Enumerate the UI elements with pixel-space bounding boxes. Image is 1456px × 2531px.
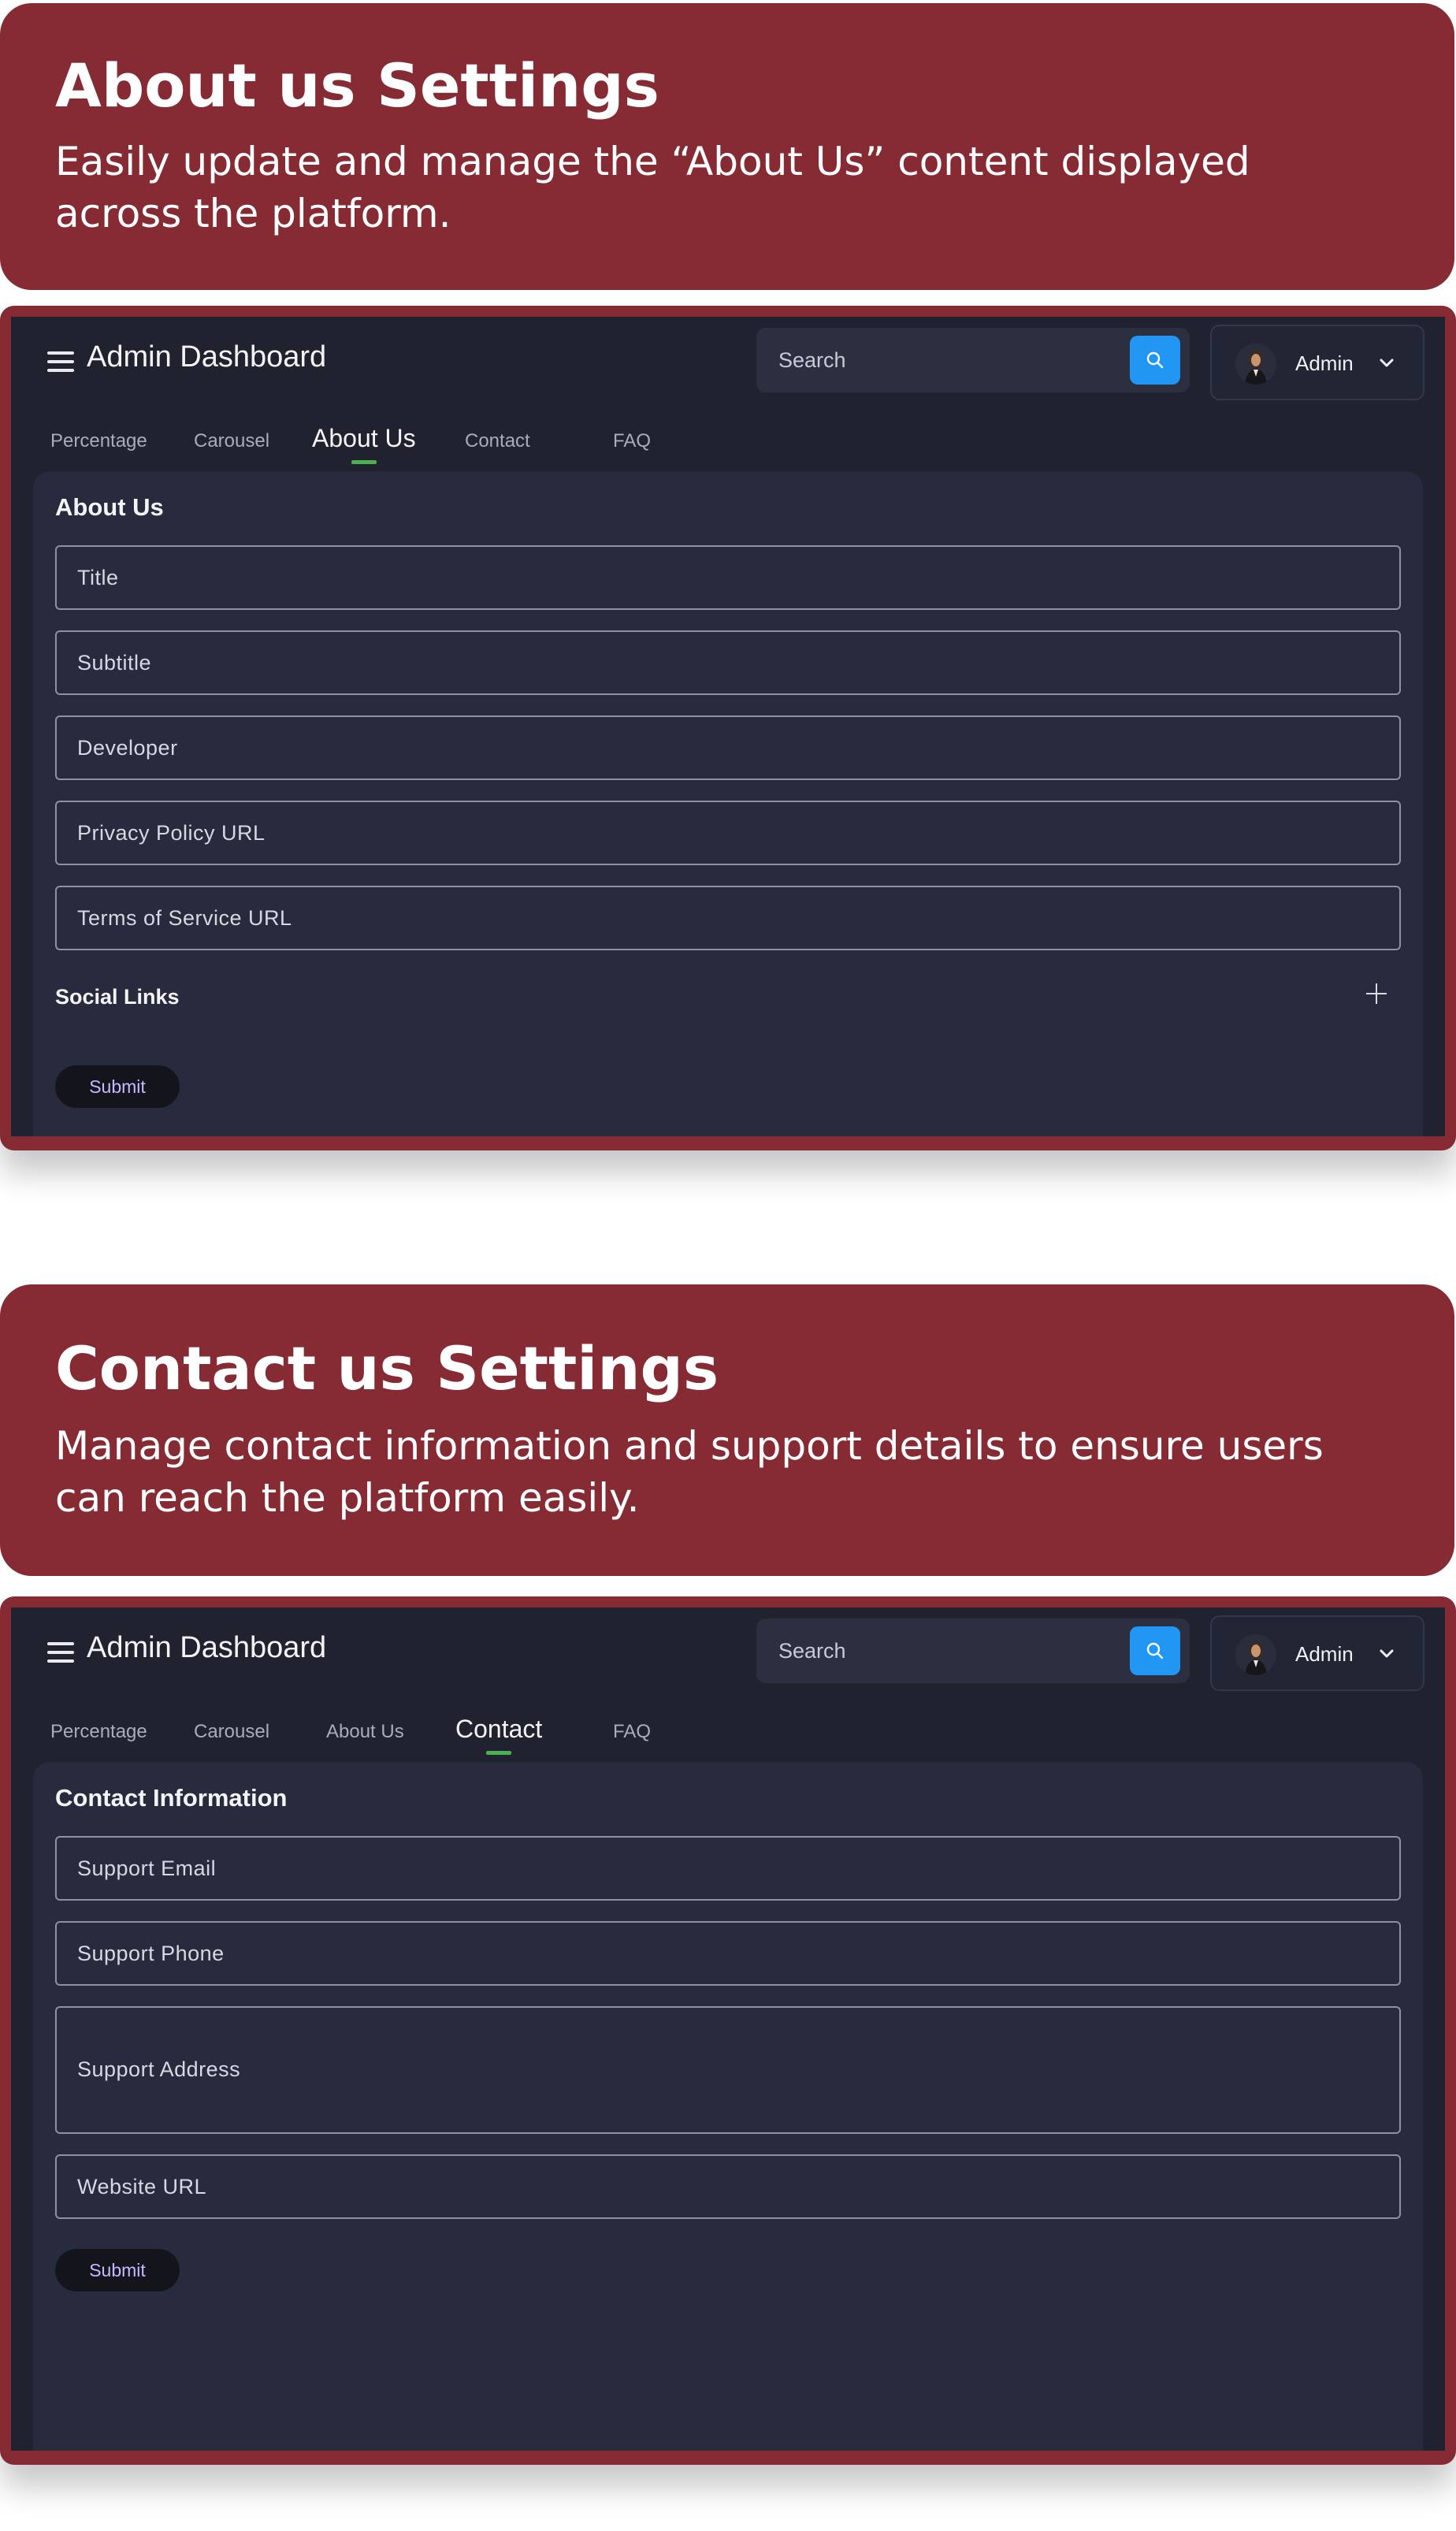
- user-menu[interactable]: Admin: [1210, 325, 1424, 400]
- about-screenshot-frame: Admin Dashboard Search Admin Percentage …: [0, 306, 1456, 1150]
- privacy-policy-url-field: [55, 801, 1401, 865]
- title-input[interactable]: [57, 547, 1399, 608]
- tab-percentage[interactable]: Percentage: [50, 1721, 147, 1743]
- support-phone-field: [55, 1921, 1401, 1986]
- menu-icon[interactable]: [47, 351, 74, 372]
- support-address-field: [55, 2006, 1401, 2134]
- plus-icon[interactable]: [1366, 983, 1387, 1004]
- tab-faq[interactable]: FAQ: [613, 1721, 651, 1743]
- tab-carousel[interactable]: Carousel: [194, 430, 269, 452]
- about-banner-description: Easily update and manage the “About Us” …: [55, 139, 1250, 236]
- tab-percentage[interactable]: Percentage: [50, 430, 147, 452]
- search-icon: [1146, 351, 1164, 369]
- user-name: Admin: [1295, 351, 1354, 375]
- tab-about-us[interactable]: About Us: [312, 424, 416, 464]
- terms-of-service-url-field: [55, 886, 1401, 950]
- subtitle-field: [55, 630, 1401, 695]
- contact-banner-title: Contact us Settings: [55, 1333, 719, 1403]
- chevron-down-icon: [1380, 1649, 1394, 1658]
- avatar: [1235, 1634, 1276, 1675]
- chevron-down-icon: [1380, 359, 1394, 367]
- tab-carousel[interactable]: Carousel: [194, 1721, 269, 1743]
- user-name: Admin: [1295, 1642, 1354, 1666]
- support-email-input[interactable]: [57, 1838, 1399, 1899]
- contact-admin-screen: Admin Dashboard Search Admin Percentage …: [11, 1607, 1445, 2451]
- developer-input[interactable]: [57, 717, 1399, 779]
- search-icon: [1146, 1642, 1164, 1659]
- website-url-field: [55, 2154, 1401, 2219]
- submit-button[interactable]: Submit: [55, 2249, 180, 2291]
- tab-contact[interactable]: Contact: [455, 1715, 542, 1755]
- title-field: [55, 545, 1401, 610]
- about-admin-screen: Admin Dashboard Search Admin Percentage …: [11, 317, 1445, 1136]
- avatar: [1235, 344, 1276, 385]
- menu-icon[interactable]: [47, 1642, 74, 1663]
- tab-about-us[interactable]: About Us: [326, 1721, 404, 1743]
- search-button[interactable]: [1130, 336, 1180, 385]
- subtitle-input[interactable]: [57, 632, 1399, 693]
- user-menu[interactable]: Admin: [1210, 1615, 1424, 1691]
- search-bar: [756, 328, 1190, 392]
- section-title: Contact Information: [55, 1784, 288, 1812]
- settings-tabs: Percentage Carousel About Us Contact FAQ: [11, 1710, 799, 1757]
- about-banner-title: About us Settings: [55, 50, 659, 121]
- about-us-form: About Us Social Links Submit: [33, 471, 1423, 1136]
- section-title: About Us: [55, 493, 164, 521]
- website-url-input[interactable]: [57, 2156, 1399, 2217]
- submit-button[interactable]: Submit: [55, 1065, 180, 1108]
- contact-screenshot-frame: Admin Dashboard Search Admin Percentage …: [0, 1596, 1456, 2465]
- social-links-title: Social Links: [55, 985, 180, 1009]
- top-bar: Admin Dashboard Search Admin: [11, 317, 1445, 410]
- search-button[interactable]: [1130, 1626, 1180, 1675]
- search-input[interactable]: [756, 1619, 1127, 1683]
- search-bar: [756, 1619, 1190, 1683]
- tab-contact[interactable]: Contact: [465, 430, 530, 452]
- developer-field: [55, 715, 1401, 780]
- settings-tabs: Percentage Carousel About Us Contact FAQ: [11, 419, 799, 466]
- contact-banner-description: Manage contact information and support d…: [55, 1423, 1324, 1521]
- tab-faq[interactable]: FAQ: [613, 430, 651, 452]
- support-phone-input[interactable]: [57, 1923, 1399, 1984]
- support-address-input[interactable]: [57, 2008, 1399, 2132]
- search-input[interactable]: [756, 328, 1127, 392]
- app-title: Admin Dashboard: [87, 1631, 327, 1664]
- support-email-field: [55, 1836, 1401, 1901]
- contact-information-form: Contact Information Submit: [33, 1762, 1423, 2451]
- app-title: Admin Dashboard: [87, 340, 327, 374]
- top-bar: Admin Dashboard Search Admin: [11, 1607, 1445, 1700]
- terms-of-service-url-input[interactable]: [57, 887, 1399, 949]
- privacy-policy-url-input[interactable]: [57, 802, 1399, 864]
- about-settings-banner: About us Settings Easily update and mana…: [0, 3, 1454, 290]
- contact-settings-banner: Contact us Settings Manage contact infor…: [0, 1284, 1454, 1576]
